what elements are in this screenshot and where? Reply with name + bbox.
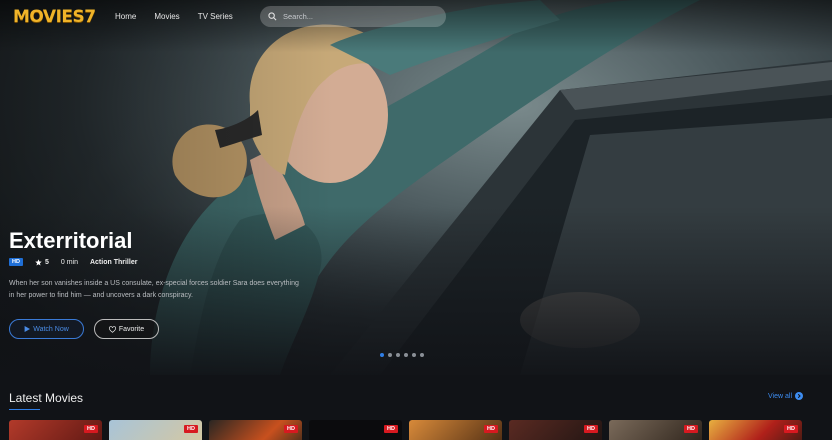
hero-description: When her son vanishes inside a US consul… xyxy=(9,280,299,299)
slider-dot[interactable] xyxy=(412,353,416,357)
rating: 5 xyxy=(35,259,49,266)
movie-poster[interactable]: HD xyxy=(209,420,302,440)
movie-poster[interactable]: HD xyxy=(709,420,802,440)
movie-poster[interactable]: HD xyxy=(309,420,402,440)
rating-value: 5 xyxy=(44,258,49,266)
movie-poster[interactable]: HD xyxy=(409,420,502,440)
hero-meta: HD 5 0 min Action Thriller xyxy=(9,258,137,266)
hd-badge: HD xyxy=(184,425,198,433)
slider-dots xyxy=(380,353,424,357)
favorite-button[interactable]: Favorite xyxy=(94,319,159,339)
movie-poster[interactable]: HD xyxy=(609,420,702,440)
view-all-link[interactable]: View all xyxy=(768,392,803,400)
main-nav: Home Movies TV Series xyxy=(115,12,251,21)
hd-badge: HD xyxy=(384,425,398,433)
genres[interactable]: Action Thriller xyxy=(90,259,137,266)
movie-poster[interactable]: HD xyxy=(9,420,102,440)
watch-now-button[interactable]: Watch Now xyxy=(9,319,84,339)
nav-movies[interactable]: Movies xyxy=(154,12,179,21)
hd-badge: HD xyxy=(684,425,698,433)
watch-now-label: Watch Now xyxy=(33,325,69,333)
favorite-label: Favorite xyxy=(118,325,145,333)
quality-badge: HD xyxy=(9,258,23,266)
slider-dot[interactable] xyxy=(388,353,392,357)
latest-movies-title: Latest Movies xyxy=(9,391,84,405)
latest-movies-row: HD HD HD HD HD HD HD HD xyxy=(9,420,802,440)
search-box[interactable] xyxy=(260,6,446,27)
movie-poster[interactable]: HD xyxy=(109,420,202,440)
arrow-right-circle-icon xyxy=(795,392,803,400)
star-icon xyxy=(35,258,42,266)
nav-tv-series[interactable]: TV Series xyxy=(198,12,233,21)
play-icon xyxy=(24,326,31,332)
search-icon[interactable] xyxy=(268,12,277,21)
slider-dot[interactable] xyxy=(396,353,400,357)
view-all-label: View all xyxy=(768,392,792,400)
site-logo[interactable]: MOVIES7 xyxy=(13,7,96,27)
search-input[interactable] xyxy=(283,12,433,21)
hd-badge: HD xyxy=(584,425,598,433)
duration: 0 min xyxy=(60,258,78,266)
hd-badge: HD xyxy=(484,425,498,433)
slider-dot[interactable] xyxy=(420,353,424,357)
slider-dot[interactable] xyxy=(380,353,384,357)
slider-dot[interactable] xyxy=(404,353,408,357)
section-underline xyxy=(9,409,40,410)
hero-title: Exterritorial xyxy=(9,228,133,253)
movie-poster[interactable]: HD xyxy=(509,420,602,440)
hd-badge: HD xyxy=(284,425,298,433)
heart-icon xyxy=(108,325,116,333)
nav-home[interactable]: Home xyxy=(115,12,136,21)
top-navbar: MOVIES7 Home Movies TV Series xyxy=(0,0,832,34)
hd-badge: HD xyxy=(84,425,98,433)
hd-badge: HD xyxy=(784,425,798,433)
